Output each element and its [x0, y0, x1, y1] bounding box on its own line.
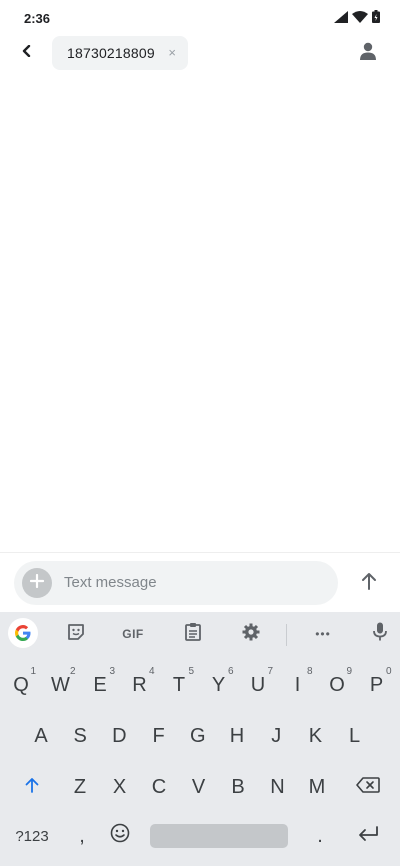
- more-button[interactable]: •••: [308, 620, 338, 648]
- key-i[interactable]: I8: [279, 666, 317, 704]
- key-f[interactable]: F: [140, 717, 178, 755]
- chip-close-icon[interactable]: ×: [168, 45, 176, 60]
- key-label: Y: [211, 673, 226, 696]
- key-h[interactable]: H: [218, 717, 256, 755]
- mic-button[interactable]: [365, 620, 395, 648]
- keyboard-toolbar: GIF •••: [0, 612, 400, 656]
- key-j[interactable]: J: [257, 717, 295, 755]
- space-key[interactable]: [150, 824, 288, 848]
- send-arrow-icon: [361, 572, 377, 595]
- key-c[interactable]: C: [140, 768, 178, 806]
- key-t[interactable]: T5: [160, 666, 198, 704]
- shift-key[interactable]: [14, 768, 50, 806]
- mic-icon: [373, 622, 387, 646]
- comma-key[interactable]: ,: [68, 817, 96, 855]
- key-w[interactable]: W2: [42, 666, 80, 704]
- key-label: U: [250, 673, 266, 696]
- more-icon: •••: [315, 627, 331, 641]
- battery-icon: [372, 10, 380, 28]
- back-button[interactable]: [14, 40, 40, 66]
- key-g[interactable]: G: [179, 717, 217, 755]
- enter-icon: [357, 825, 379, 848]
- status-bar: 2:36: [0, 0, 400, 36]
- key-a[interactable]: A: [22, 717, 60, 755]
- key-n[interactable]: N: [259, 768, 297, 806]
- gear-icon: [242, 623, 260, 646]
- key-label: P: [369, 673, 384, 696]
- google-button[interactable]: [8, 618, 38, 648]
- app-bar: 18730218809 ×: [0, 36, 400, 72]
- key-hint: 4: [148, 666, 155, 677]
- key-label: Q: [13, 673, 29, 696]
- key-hint: 7: [267, 666, 273, 677]
- key-label: O: [329, 673, 345, 696]
- contact-button[interactable]: [356, 41, 380, 65]
- period-key[interactable]: .: [306, 817, 334, 855]
- toolbar-divider: [286, 624, 287, 646]
- key-hint: 3: [109, 666, 115, 677]
- sticker-icon: [67, 623, 85, 646]
- key-hint: 8: [306, 666, 313, 677]
- status-icons: [334, 10, 380, 28]
- wifi-icon: [352, 10, 368, 28]
- key-hint: 9: [346, 666, 352, 677]
- back-arrow-icon: [22, 44, 32, 62]
- key-label: I: [294, 673, 301, 696]
- backspace-icon: [356, 776, 380, 799]
- key-hint: 1: [30, 666, 36, 677]
- keyboard: GIF ••• Q1W2E3R4T5Y6U7I8O9P0 ASDFGHJKL Z…: [0, 612, 400, 866]
- key-label: R: [132, 673, 147, 696]
- key-label: W: [51, 673, 70, 696]
- key-b[interactable]: B: [219, 768, 257, 806]
- key-p[interactable]: P0: [358, 666, 396, 704]
- key-u[interactable]: U7: [239, 666, 277, 704]
- key-label: E: [93, 673, 107, 696]
- person-icon: [360, 42, 376, 65]
- add-attachment-button[interactable]: [22, 568, 52, 598]
- key-q[interactable]: Q1: [2, 666, 40, 704]
- settings-button[interactable]: [236, 620, 266, 648]
- plus-icon: [29, 573, 45, 593]
- recipient-number: 18730218809: [67, 45, 155, 61]
- key-v[interactable]: V: [180, 768, 218, 806]
- key-d[interactable]: D: [100, 717, 138, 755]
- key-o[interactable]: O9: [318, 666, 356, 704]
- key-k[interactable]: K: [296, 717, 334, 755]
- send-button[interactable]: [356, 570, 382, 596]
- compose-divider: [0, 552, 400, 553]
- key-e[interactable]: E3: [81, 666, 119, 704]
- clipboard-button[interactable]: [178, 620, 208, 648]
- key-s[interactable]: S: [61, 717, 99, 755]
- google-icon: [8, 618, 38, 648]
- signal-icon: [334, 10, 348, 28]
- backspace-key[interactable]: [348, 768, 388, 806]
- emoji-icon: [110, 823, 130, 849]
- enter-key[interactable]: [350, 817, 386, 855]
- key-x[interactable]: X: [101, 768, 139, 806]
- gif-button[interactable]: GIF: [118, 620, 148, 648]
- key-hint: 2: [69, 666, 76, 677]
- shift-icon: [24, 776, 40, 799]
- key-hint: 0: [385, 666, 392, 677]
- key-y[interactable]: Y6: [200, 666, 238, 704]
- gif-label: GIF: [122, 627, 144, 641]
- clipboard-icon: [185, 622, 201, 646]
- key-label: T: [172, 673, 186, 696]
- compose-box[interactable]: Text message: [14, 561, 338, 605]
- key-r[interactable]: R4: [121, 666, 159, 704]
- key-m[interactable]: M: [298, 768, 336, 806]
- key-l[interactable]: L: [336, 717, 374, 755]
- key-hint: 5: [188, 666, 194, 677]
- key-hint: 6: [227, 666, 234, 677]
- key-z[interactable]: Z: [61, 768, 99, 806]
- message-input[interactable]: Text message: [64, 574, 157, 591]
- symbols-key[interactable]: ?123: [10, 817, 54, 855]
- sticker-button[interactable]: [61, 620, 91, 648]
- status-time: 2:36: [24, 11, 51, 26]
- emoji-key[interactable]: [106, 817, 134, 855]
- recipient-chip[interactable]: 18730218809 ×: [52, 36, 188, 70]
- message-list: [0, 72, 400, 552]
